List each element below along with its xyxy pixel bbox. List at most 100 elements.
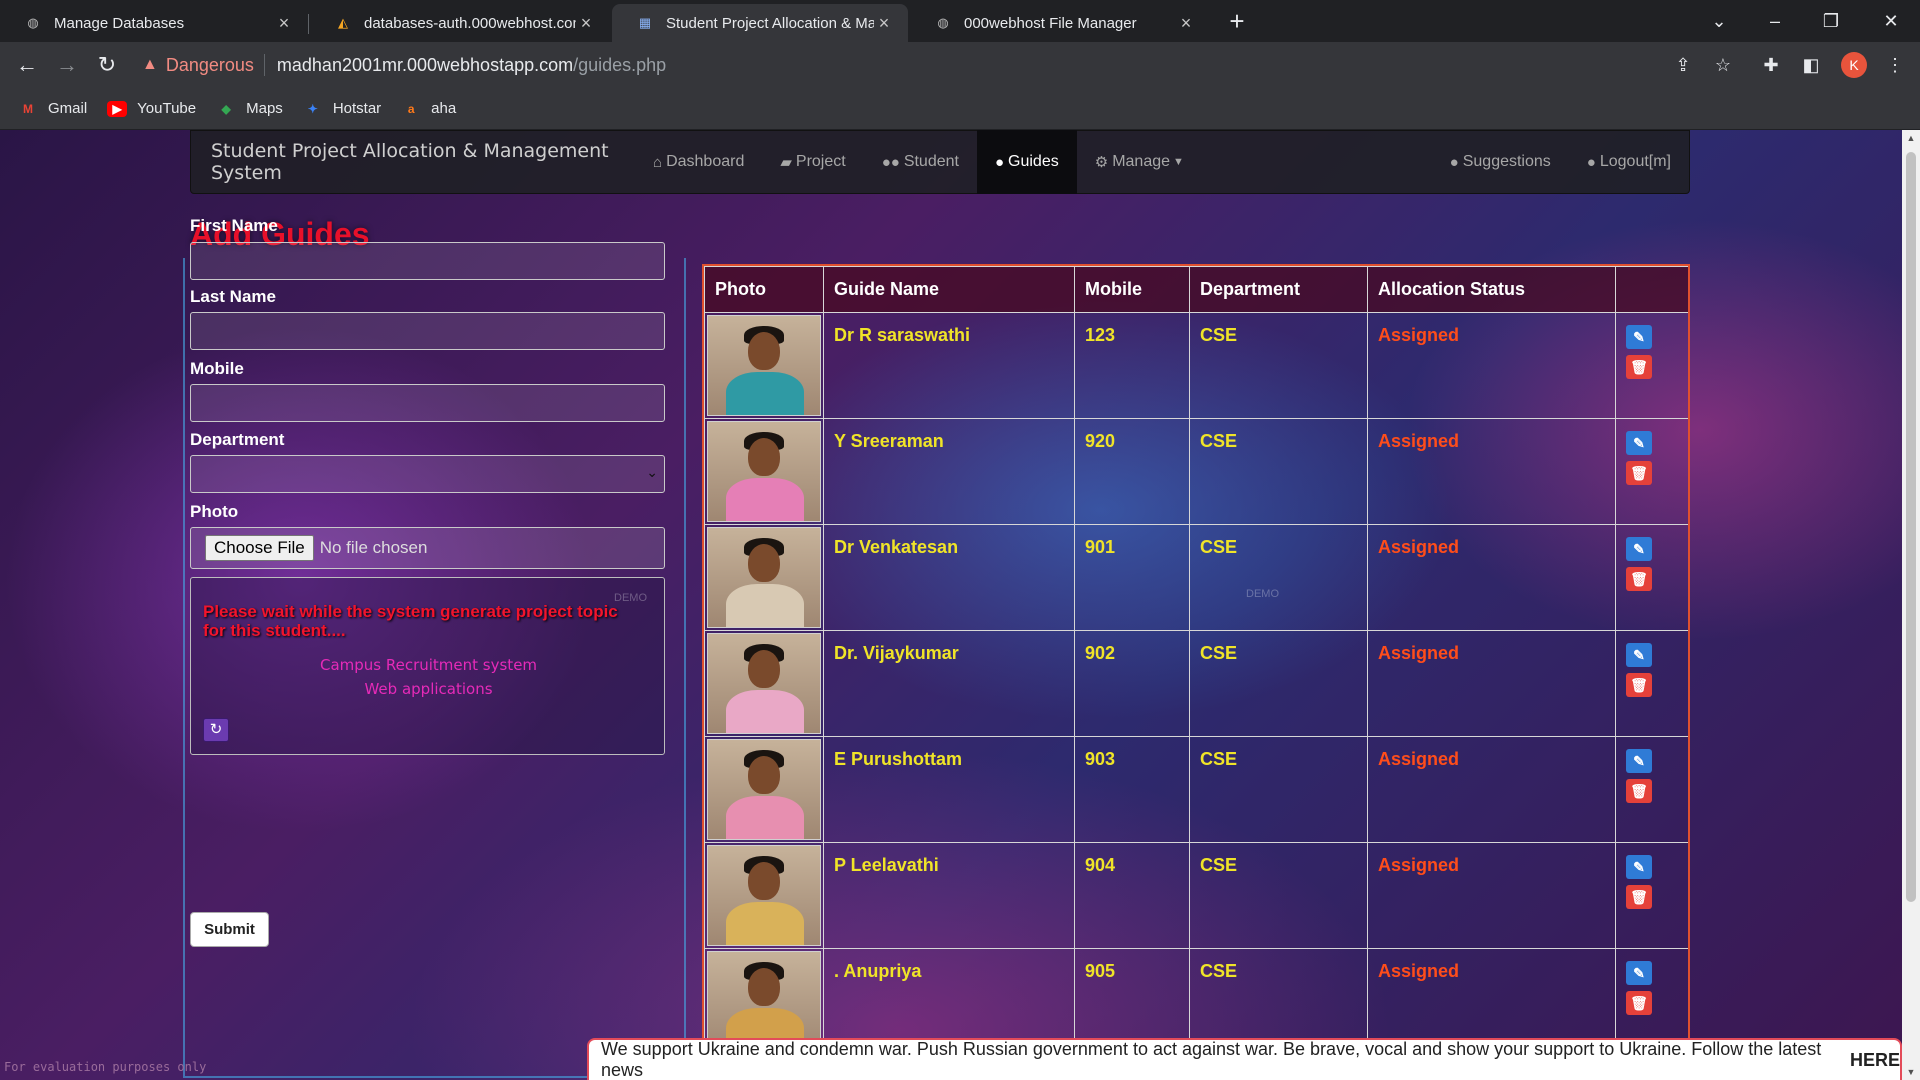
nav-manage[interactable]: ⚙ Manage ▼ xyxy=(1077,130,1202,194)
edit-icon[interactable]: ✎ xyxy=(1626,537,1652,561)
edit-icon[interactable]: ✎ xyxy=(1626,855,1652,879)
minimize-button[interactable]: – xyxy=(1752,4,1798,38)
extensions-icon[interactable]: ✚ xyxy=(1756,50,1786,80)
site-navbar: Student Project Allocation & Management … xyxy=(190,130,1690,194)
trash-icon[interactable]: 🗑 xyxy=(1626,355,1652,379)
ukraine-banner: We support Ukraine and condemn war. Push… xyxy=(587,1038,1902,1080)
bookmark-label: Maps xyxy=(246,100,283,117)
trash-icon[interactable]: 🗑 xyxy=(1626,779,1652,803)
tab-databases-auth[interactable]: ◭ databases-auth.000webhost.com × xyxy=(310,4,610,42)
star-icon[interactable]: ☆ xyxy=(1708,50,1738,80)
page-icon: ▦ xyxy=(638,15,652,30)
tab-student-project[interactable]: ▦ Student Project Allocation & Man × xyxy=(612,4,908,42)
photo-head xyxy=(748,544,780,582)
col-photo: Photo xyxy=(704,266,824,313)
nav-dashboard[interactable]: ⌂ Dashboard xyxy=(635,130,762,194)
page-scrollbar[interactable]: ▲ ▼ xyxy=(1902,130,1920,1080)
trash-icon[interactable]: 🗑 xyxy=(1626,567,1652,591)
trash-icon[interactable]: 🗑 xyxy=(1626,885,1652,909)
scroll-down-icon[interactable]: ▼ xyxy=(1902,1064,1920,1080)
tab-manage-databases[interactable]: ◍ Manage Databases × xyxy=(0,4,308,42)
guide-photo xyxy=(707,527,821,628)
window-close-button[interactable]: ✕ xyxy=(1868,4,1914,38)
guide-photo xyxy=(707,421,821,522)
refresh-icon[interactable]: ↻ xyxy=(203,718,229,742)
edit-icon[interactable]: ✎ xyxy=(1626,749,1652,773)
photo-body xyxy=(726,902,804,945)
close-icon[interactable]: × xyxy=(274,13,294,34)
nav-project[interactable]: ▰ Project xyxy=(762,130,863,194)
address-bar[interactable]: ▲ Dangerous madhan2001mr.000webhostapp.c… xyxy=(142,48,1762,82)
close-icon[interactable]: × xyxy=(874,13,894,34)
guide-department: CSE xyxy=(1189,630,1368,737)
choose-file-button[interactable]: Choose File xyxy=(205,535,314,561)
bookmark-label: Hotstar xyxy=(332,100,382,117)
globe-icon: ◍ xyxy=(937,15,949,30)
scroll-thumb[interactable] xyxy=(1906,152,1916,902)
guide-name: P Leelavathi xyxy=(823,842,1075,949)
photo-file-input[interactable]: Choose File No file chosen xyxy=(190,527,665,569)
first-name-input[interactable] xyxy=(190,242,665,280)
guide-photo xyxy=(707,739,821,840)
photo-head xyxy=(748,650,780,688)
nav-guides[interactable]: ● Guides xyxy=(976,130,1077,194)
side-panel-icon[interactable]: ◧ xyxy=(1796,50,1826,80)
edit-icon[interactable]: ✎ xyxy=(1626,325,1652,349)
bookmark-gmail[interactable]: M Gmail xyxy=(18,100,87,117)
actions-cell: ✎ 🗑 xyxy=(1615,418,1688,525)
scroll-up-icon[interactable]: ▲ xyxy=(1902,130,1920,146)
forward-icon[interactable]: → xyxy=(52,50,82,80)
bookmark-maps[interactable]: ◆ Maps xyxy=(216,100,283,117)
guide-photo xyxy=(707,315,821,416)
profile-avatar[interactable]: K xyxy=(1841,52,1867,78)
trash-icon[interactable]: 🗑 xyxy=(1626,461,1652,485)
edit-icon[interactable]: ✎ xyxy=(1626,431,1652,455)
browser-toolbar: ← → ↻ ▲ Dangerous madhan2001mr.000webhos… xyxy=(0,42,1920,88)
reload-icon[interactable]: ↻ xyxy=(92,50,122,80)
guide-name: Dr. Vijaykumar xyxy=(823,630,1075,737)
guide-department: CSE xyxy=(1189,312,1368,419)
url-host: madhan2001mr.000webhostapp.com xyxy=(276,54,574,75)
bookmark-aha[interactable]: a aha xyxy=(401,100,456,117)
tab-separator xyxy=(308,14,309,34)
close-icon[interactable]: × xyxy=(1176,13,1196,34)
share-icon[interactable]: ⇪ xyxy=(1668,50,1698,80)
nav-suggestions[interactable]: ● Suggestions xyxy=(1432,130,1569,194)
site-brand[interactable]: Student Project Allocation & Management … xyxy=(191,140,635,184)
nav-student[interactable]: ●● Student xyxy=(864,130,977,194)
evaluation-watermark: For evaluation purposes only xyxy=(4,1060,207,1074)
table-header-row: Photo Guide Name Mobile Department Alloc… xyxy=(704,266,1688,313)
department-select[interactable]: ⌄ xyxy=(190,455,665,493)
nav-label: Logout[m] xyxy=(1599,153,1671,170)
nav-logout[interactable]: ● Logout[m] xyxy=(1569,130,1689,194)
bookmark-hotstar[interactable]: ✦ Hotstar xyxy=(303,100,381,117)
guide-name: Dr Venkatesan xyxy=(823,524,1075,631)
mobile-input[interactable] xyxy=(190,384,665,422)
topic-generator-box: Please wait while the system generate pr… xyxy=(190,577,665,755)
tab-search-icon[interactable]: ⌄ xyxy=(1696,4,1742,38)
edit-icon[interactable]: ✎ xyxy=(1626,961,1652,985)
trash-icon[interactable]: 🗑 xyxy=(1626,673,1652,697)
last-name-input[interactable] xyxy=(190,312,665,350)
chevron-down-icon: ⌄ xyxy=(646,464,658,480)
bookmark-youtube[interactable]: ▶ YouTube xyxy=(107,100,196,117)
nav-label: Student xyxy=(903,153,959,170)
book-icon: ▰ xyxy=(780,154,792,171)
table-row: Dr. Vijaykumar 902 CSE Assigned ✎ 🗑 xyxy=(704,630,1688,737)
table-row: Y Sreeraman 920 CSE Assigned ✎ 🗑 xyxy=(704,418,1688,525)
allocation-status: Assigned xyxy=(1367,524,1616,631)
menu-icon[interactable]: ⋮ xyxy=(1880,50,1910,80)
guide-department: CSE xyxy=(1189,736,1368,843)
user-icon: ● xyxy=(1586,153,1596,171)
trash-icon[interactable]: 🗑 xyxy=(1626,991,1652,1015)
restore-button[interactable]: ❐ xyxy=(1808,4,1854,38)
banner-link[interactable]: HERE xyxy=(1850,1050,1900,1071)
submit-button[interactable]: Submit xyxy=(190,912,269,947)
back-icon[interactable]: ← xyxy=(12,50,42,80)
tab-file-manager[interactable]: ◍ 000webhost File Manager × xyxy=(910,4,1210,42)
close-icon[interactable]: × xyxy=(576,13,596,34)
new-tab-button[interactable]: + xyxy=(1222,6,1252,36)
webhost-icon: ◭ xyxy=(338,15,348,30)
guide-mobile: 903 xyxy=(1074,736,1190,843)
edit-icon[interactable]: ✎ xyxy=(1626,643,1652,667)
